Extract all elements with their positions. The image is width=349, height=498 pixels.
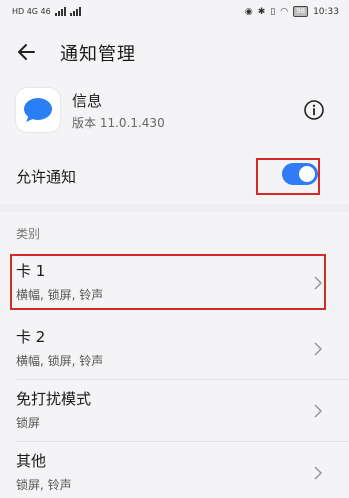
page-title: 通知管理: [60, 44, 136, 65]
bluetooth-icon: ✱: [257, 6, 266, 17]
chevron-right-icon: [314, 466, 323, 480]
status-right: ◉ ✱ ▯ ◠ 98 10:33: [245, 6, 339, 17]
battery-icon: 98: [293, 6, 309, 17]
category-title: 其他: [16, 452, 47, 470]
signal-indicators: HD 4G 46: [12, 7, 81, 16]
clock: 10:33: [313, 6, 339, 17]
status-bar: HD 4G 46 ◉ ✱ ▯ ◠ 98 10:33: [0, 0, 349, 26]
category-row-dnd[interactable]: 免打扰模式 锁屏: [0, 380, 349, 442]
category-title: 免打扰模式: [16, 390, 92, 408]
allow-notifications-toggle[interactable]: [282, 163, 318, 185]
signal-bars-icon: [54, 7, 66, 16]
category-subtitle: 锁屏: [16, 416, 41, 430]
highlight-box-card1: [10, 254, 326, 310]
category-row-card2[interactable]: 卡 2 横幅, 锁屏, 铃声: [0, 318, 349, 380]
header: 通知管理: [0, 30, 349, 74]
categories-label: 类别: [16, 227, 41, 241]
toggle-knob: [299, 166, 315, 182]
chevron-right-icon: [314, 404, 323, 418]
app-info: 信息 版本 11.0.1.430: [0, 84, 349, 142]
wifi-icon: ◠: [280, 6, 289, 17]
info-icon[interactable]: [303, 99, 325, 121]
category-row-other[interactable]: 其他 锁屏, 铃声: [0, 442, 349, 498]
back-arrow-icon[interactable]: [14, 38, 42, 66]
category-title: 卡 2: [16, 328, 46, 346]
category-subtitle: 横幅, 锁屏, 铃声: [16, 354, 104, 368]
section-divider: [0, 204, 349, 212]
app-name: 信息: [72, 92, 103, 110]
eye-icon: ◉: [244, 6, 253, 17]
message-bubble-icon: [16, 88, 60, 132]
chevron-right-icon: [314, 342, 323, 356]
allow-notifications-label: 允许通知: [16, 168, 77, 186]
app-version: 版本 11.0.1.430: [72, 116, 165, 130]
vibrate-icon: ▯: [270, 6, 276, 17]
signal-bars-2-icon: [69, 7, 81, 16]
carrier-label: HD 4G 46: [12, 7, 51, 16]
category-subtitle: 锁屏, 铃声: [16, 478, 72, 492]
